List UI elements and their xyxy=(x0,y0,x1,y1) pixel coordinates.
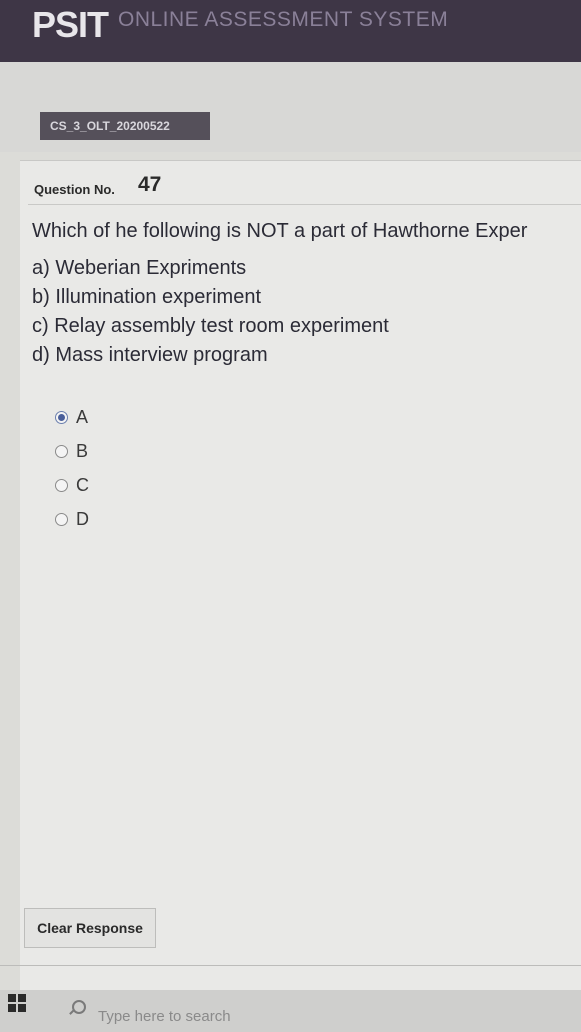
radio-d[interactable] xyxy=(55,512,68,526)
radio-a[interactable] xyxy=(55,410,68,424)
question-number: 47 xyxy=(138,173,162,196)
answer-option-b-label: B xyxy=(76,440,89,461)
divider xyxy=(28,204,581,205)
taskbar xyxy=(0,990,581,1032)
windows-start-icon[interactable] xyxy=(8,994,26,1012)
answer-option-a-label: A xyxy=(76,406,89,427)
answer-option-d[interactable]: D xyxy=(55,502,89,536)
brand-logo: PSIT xyxy=(32,4,109,45)
answer-option-d-label: D xyxy=(76,508,89,529)
choice-a-text: a) Weberian Expriments xyxy=(32,257,247,279)
choice-c-text: c) Relay assembly test room experiment xyxy=(32,315,389,337)
system-title: ONLINE ASSESSMENT SYSTEM xyxy=(118,8,449,31)
answer-radio-group: A B C D xyxy=(55,400,89,536)
answer-option-a[interactable]: A xyxy=(55,400,89,434)
radio-b[interactable] xyxy=(55,444,68,458)
footer-divider xyxy=(0,965,581,966)
answer-option-b[interactable]: B xyxy=(55,434,89,468)
clear-response-button[interactable]: Clear Response xyxy=(24,908,156,948)
question-text: Which of he following is NOT a part of H… xyxy=(32,220,528,242)
taskbar-search-input[interactable]: Type here to search xyxy=(98,1008,231,1025)
answer-option-c[interactable]: C xyxy=(55,468,89,502)
choice-b-text: b) Illumination experiment xyxy=(32,286,261,308)
choices-list: a) Weberian Expriments b) Illumination e… xyxy=(32,254,389,370)
choice-d-text: d) Mass interview program xyxy=(32,344,268,366)
answer-option-c-label: C xyxy=(76,474,89,495)
test-code-badge: CS_3_OLT_20200522 xyxy=(40,112,210,140)
radio-c[interactable] xyxy=(55,478,68,492)
search-icon xyxy=(72,1000,86,1014)
question-number-label: Question No. xyxy=(34,182,115,197)
